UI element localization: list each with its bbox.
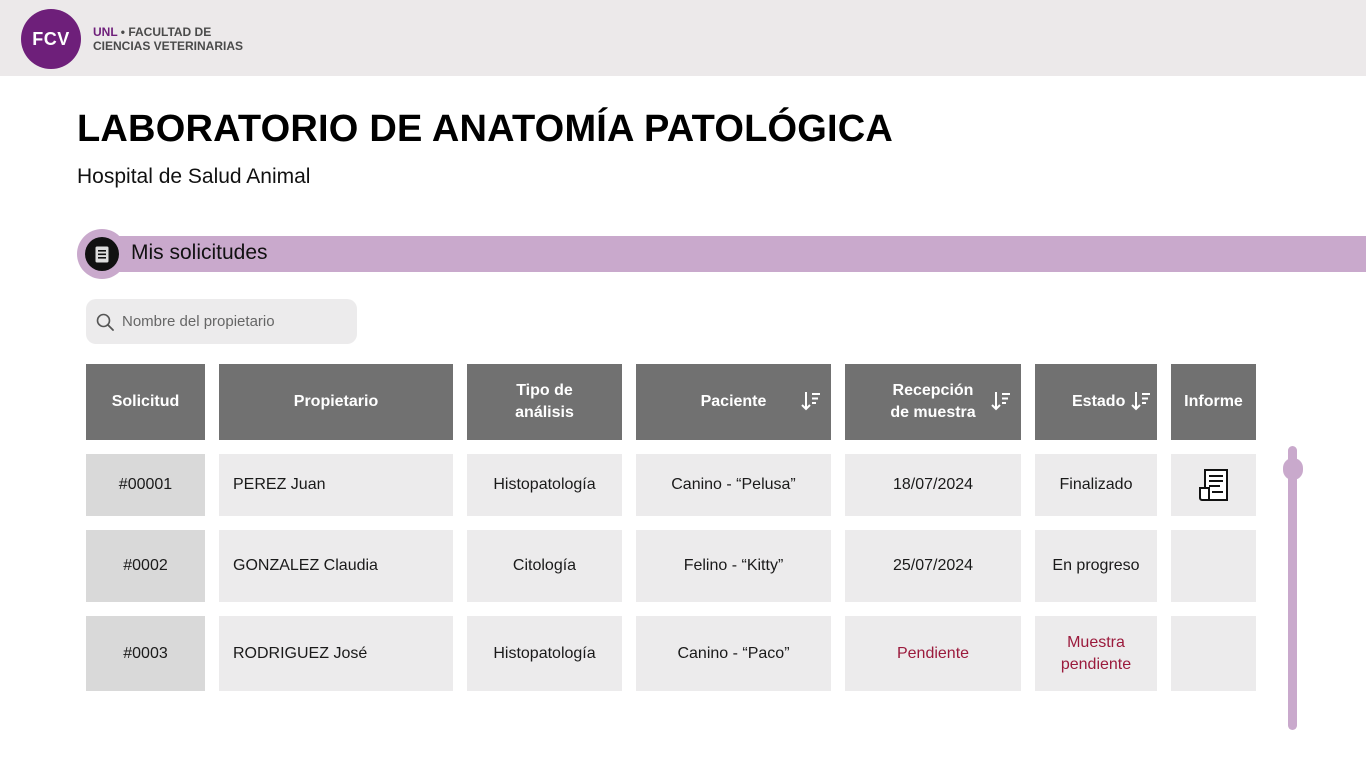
scrollbar-thumb[interactable] [1283, 458, 1303, 480]
owner-search-input[interactable] [122, 313, 342, 330]
organization-name: UNL • FACULTAD DE CIENCIAS VETERINARIAS [93, 25, 243, 53]
table-cell-propietario[interactable]: RODRIGUEZ José [219, 616, 453, 691]
org-unl: UNL [93, 25, 118, 39]
column-header-tipo[interactable]: Tipo de análisis [467, 364, 622, 440]
header-label: Tipo de análisis [515, 382, 574, 421]
column-header-estado[interactable]: Estado [1035, 364, 1157, 440]
table-cell-estado[interactable]: Muestra pendiente [1035, 616, 1157, 691]
status-text: Muestra pendiente [1060, 633, 1132, 673]
table-cell-recepcion[interactable]: 25/07/2024 [845, 530, 1021, 602]
table-cell-tipo[interactable]: Citología [467, 530, 622, 602]
page-subtitle: Hospital de Salud Animal [77, 165, 311, 188]
org-line2: CIENCIAS VETERINARIAS [93, 39, 244, 53]
report-document-icon[interactable] [1198, 468, 1230, 502]
sort-icon[interactable] [991, 391, 1011, 411]
table-cell-informe[interactable] [1171, 530, 1256, 602]
table-cell-propietario[interactable]: PEREZ Juan [219, 454, 453, 516]
page-title: LABORATORIO DE ANATOMÍA PATOLÓGICA [77, 108, 894, 150]
table-cell-tipo[interactable]: Histopatología [467, 616, 622, 691]
table-cell-tipo[interactable]: Histopatología [467, 454, 622, 516]
column-header-paciente[interactable]: Paciente [636, 364, 831, 440]
header-label: Paciente [700, 393, 767, 410]
fcv-logo[interactable]: FCV [21, 9, 81, 69]
org-line1: • FACULTAD DE [120, 25, 212, 39]
column-header-recepcion[interactable]: Recepción de muestra [845, 364, 1021, 440]
header-label: Recepción de muestra [890, 382, 976, 421]
table-cell-paciente[interactable]: Felino - “Kitty” [636, 530, 831, 602]
table-cell-informe[interactable] [1171, 616, 1256, 691]
column-header-propietario[interactable]: Propietario [219, 364, 453, 440]
header-label: Propietario [293, 393, 379, 410]
table-cell-propietario[interactable]: GONZALEZ Claudia [219, 530, 453, 602]
table-cell-informe[interactable] [1171, 454, 1256, 516]
table-cell-recepcion[interactable]: Pendiente [845, 616, 1021, 691]
top-bar: FCV UNL • FACULTAD DE CIENCIAS VETERINAR… [0, 0, 1366, 76]
header-label: Estado [1072, 393, 1126, 410]
column-header-solicitud[interactable]: Solicitud [86, 364, 205, 440]
section-bar [100, 236, 1366, 272]
table-cell-estado[interactable]: Finalizado [1035, 454, 1157, 516]
search-box[interactable] [86, 299, 357, 344]
section-icon-ring [77, 229, 127, 279]
table-cell-paciente[interactable]: Canino - “Pelusa” [636, 454, 831, 516]
header-label: Informe [1184, 393, 1243, 410]
table-cell-solicitud[interactable]: #0002 [86, 530, 205, 602]
sort-icon[interactable] [801, 391, 821, 411]
table-cell-solicitud[interactable]: #00001 [86, 454, 205, 516]
column-header-informe[interactable]: Informe [1171, 364, 1256, 440]
table-cell-estado[interactable]: En progreso [1035, 530, 1157, 602]
document-list-icon [85, 237, 119, 271]
logo-text: FCV [32, 28, 70, 49]
header-label: Solicitud [111, 393, 180, 410]
table-cell-recepcion[interactable]: 18/07/2024 [845, 454, 1021, 516]
scrollbar-track[interactable] [1288, 446, 1297, 730]
section-title: Mis solicitudes [131, 241, 268, 264]
search-icon [96, 313, 114, 331]
table-cell-solicitud[interactable]: #0003 [86, 616, 205, 691]
sort-icon[interactable] [1131, 391, 1151, 411]
table-cell-paciente[interactable]: Canino - “Paco” [636, 616, 831, 691]
